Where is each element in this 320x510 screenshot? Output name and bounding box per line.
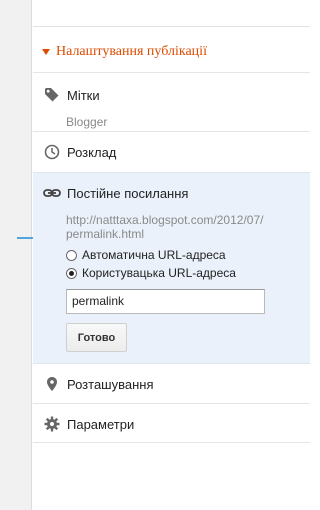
custom-url-label: Користувацька URL-адреса bbox=[82, 266, 236, 280]
permalink-item-label: Постійне посилання bbox=[67, 185, 189, 201]
permalink-input[interactable]: permalink bbox=[66, 289, 265, 314]
labels-item-label: Мітки bbox=[67, 87, 100, 103]
permalink-url: http://natttaxa.blogspot.com/2012/07/ pe… bbox=[66, 213, 306, 241]
labels-item[interactable]: Мітки bbox=[33, 85, 310, 105]
done-button[interactable]: Готово bbox=[66, 323, 127, 352]
auto-url-label: Автоматична URL-адреса bbox=[82, 248, 226, 262]
permalink-item[interactable]: Постійне посилання bbox=[33, 183, 310, 203]
custom-url-option[interactable]: Користувацька URL-адреса bbox=[66, 266, 236, 280]
clock-icon bbox=[43, 143, 61, 161]
permalink-url-line: http://natttaxa.blogspot.com/2012/07/ bbox=[66, 213, 264, 227]
link-icon bbox=[43, 184, 61, 202]
location-item-label: Розташування bbox=[67, 376, 154, 392]
post-settings-panel: Налаштування публікації Мітки Blogger Ро… bbox=[33, 0, 310, 510]
divider bbox=[33, 131, 310, 132]
left-gutter bbox=[0, 0, 32, 510]
auto-url-radio[interactable] bbox=[66, 249, 77, 261]
section-title: Налаштування публікації bbox=[56, 44, 207, 59]
divider bbox=[33, 26, 310, 27]
custom-url-radio[interactable] bbox=[66, 267, 77, 279]
labels-value: Blogger bbox=[66, 115, 108, 129]
divider bbox=[33, 442, 310, 443]
tag-icon bbox=[43, 86, 61, 104]
schedule-item-label: Розклад bbox=[67, 144, 117, 160]
permalink-section: Постійне посилання http://natttaxa.blogs… bbox=[33, 172, 310, 364]
location-pin-icon bbox=[43, 375, 61, 393]
schedule-item[interactable]: Розклад bbox=[33, 142, 310, 162]
auto-url-option[interactable]: Автоматична URL-адреса bbox=[66, 248, 226, 262]
options-item-label: Параметри bbox=[67, 416, 135, 432]
location-item[interactable]: Розташування bbox=[33, 374, 310, 394]
triangle-down-icon bbox=[42, 49, 50, 55]
divider bbox=[33, 403, 310, 404]
post-settings-header[interactable]: Налаштування публікації bbox=[41, 42, 207, 62]
gear-icon bbox=[43, 415, 61, 433]
permalink-url-line: permalink.html bbox=[66, 227, 145, 241]
divider bbox=[33, 72, 310, 73]
options-item[interactable]: Параметри bbox=[33, 414, 310, 434]
